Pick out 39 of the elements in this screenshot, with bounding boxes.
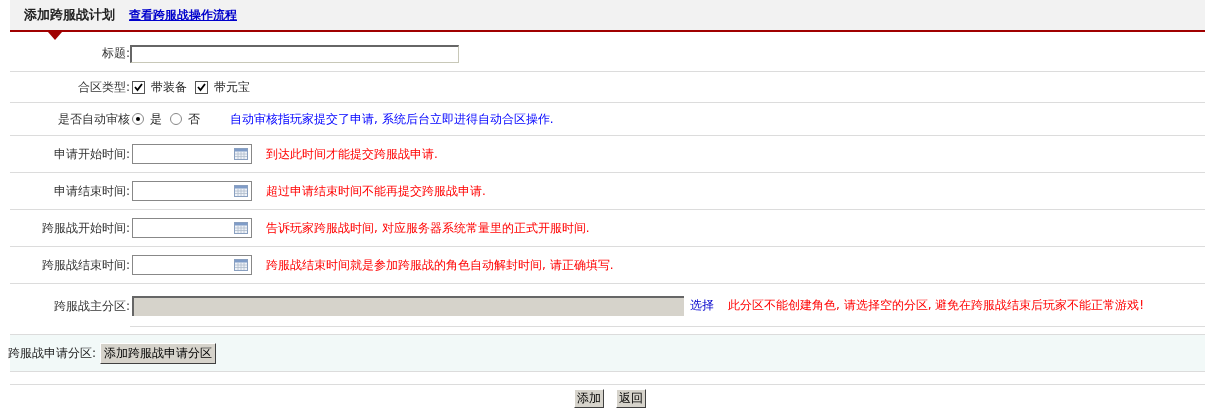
field-label: 申请开始时间:: [52, 145, 130, 163]
radio-label: 否: [188, 110, 200, 128]
hint-text: 到达此时间才能提交跨服战申请.: [266, 145, 438, 163]
hint-text: 超过申请结束时间不能再提交跨服战申请.: [266, 182, 486, 200]
title-input[interactable]: [130, 44, 459, 63]
field-label: 跨服战开始时间:: [40, 219, 130, 237]
date-field[interactable]: [132, 218, 252, 238]
field-label: 合区类型:: [76, 78, 130, 96]
date-field[interactable]: [132, 181, 252, 201]
hint-text: 告诉玩家跨服战时间, 对应服务器系统常量里的正式开服时间.: [266, 219, 590, 237]
form-button[interactable]: 返回: [615, 389, 646, 408]
hint-text: 自动审核指玩家提交了申请, 系统后台立即进得自动合区操作.: [230, 110, 554, 128]
hint-text: 此分区不能创建角色, 请选择空的分区, 避免在跨服战结束后玩家不能正常游戏!: [728, 297, 1145, 314]
calendar-icon[interactable]: [234, 185, 248, 197]
field-label: 跨服战主分区:: [52, 297, 130, 315]
calendar-icon[interactable]: [234, 148, 248, 160]
checkbox[interactable]: [132, 80, 145, 94]
radio-button[interactable]: [132, 113, 144, 125]
hint-text: 跨服战结束时间就是参加跨服战的角色自动解封时间, 请正确填写.: [266, 256, 614, 274]
add-partition-button[interactable]: 添加跨服战申请分区: [100, 342, 217, 364]
field-label: 跨服战结束时间:: [40, 256, 130, 274]
workflow-link[interactable]: 查看跨服战操作流程: [129, 6, 237, 24]
date-field[interactable]: [132, 144, 252, 164]
partition-field[interactable]: [132, 295, 684, 316]
radio-label: 是: [150, 110, 162, 128]
checkbox-label: 带元宝: [214, 78, 250, 96]
select-link[interactable]: 选择: [690, 297, 714, 314]
date-field[interactable]: [132, 255, 252, 275]
field-label: 是否自动审核: [57, 110, 130, 128]
field-label: 申请结束时间:: [52, 182, 130, 200]
calendar-icon[interactable]: [234, 222, 248, 234]
page-title: 添加跨服战计划: [24, 6, 115, 24]
field-label: 标题:: [100, 45, 130, 62]
checkbox[interactable]: [195, 80, 208, 94]
form-button[interactable]: 添加: [573, 389, 604, 408]
checkbox-label: 带装备: [151, 78, 187, 96]
calendar-icon[interactable]: [234, 259, 248, 271]
radio-button[interactable]: [170, 113, 182, 125]
field-label: 跨服战申请分区:: [8, 344, 97, 362]
